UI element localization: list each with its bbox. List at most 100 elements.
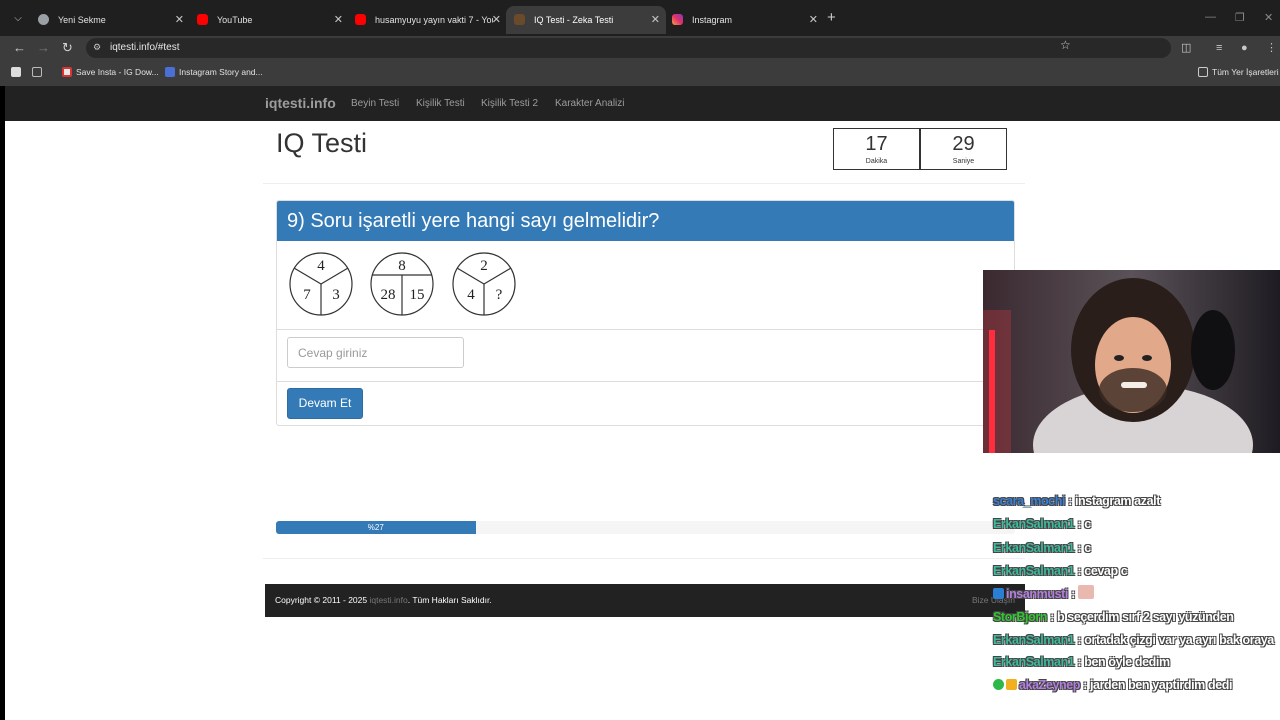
- divider: [263, 183, 1025, 184]
- tab-iq-test[interactable]: IQ Testi - Zeka Testi ✕: [506, 6, 666, 34]
- chat-message: ErkanSalman1 : c: [993, 537, 1278, 560]
- bookmark-label: Instagram Story and...: [179, 67, 263, 77]
- back-arrow-icon[interactable]: ←: [13, 40, 26, 56]
- chat-username: scara_mochi: [993, 494, 1066, 508]
- close-icon[interactable]: ✕: [492, 6, 501, 34]
- progress-bar: %27: [276, 521, 476, 534]
- chat-message: ErkanSalman1 : ben öyle dedim: [993, 651, 1278, 674]
- test-container: IQ Testi 17 Dakika 29 Saniye 9) Soru işa…: [263, 121, 1025, 720]
- chat-username: StorBjorn: [993, 610, 1048, 625]
- timer-minutes: 17 Dakika: [833, 128, 920, 170]
- divider: [277, 329, 1014, 330]
- figure-2-top: 8: [398, 258, 406, 274]
- bookmark-star-icon[interactable]: ☆: [1060, 38, 1071, 52]
- tab-instagram[interactable]: Instagram ✕: [664, 6, 824, 34]
- menu-dots-icon[interactable]: ⋮: [1266, 41, 1277, 55]
- chat-username: ErkanSalman1: [993, 563, 1075, 578]
- instagram-icon: [672, 14, 683, 25]
- bookmark-folder-icon[interactable]: [11, 67, 25, 77]
- chrome-icon: [38, 14, 49, 25]
- youtube-icon: [197, 14, 208, 25]
- all-bookmarks[interactable]: Tüm Yer İşaretleri: [1198, 67, 1279, 77]
- timer-seconds-label: Saniye: [952, 158, 975, 165]
- tab-title: Instagram: [692, 15, 733, 25]
- site-brand[interactable]: iqtesti.info: [265, 95, 336, 111]
- browser-tab-strip: ⌵ Yeni Sekme ✕ YouTube ✕ husamyuyu yayın…: [0, 0, 1280, 36]
- figure-2-left: 28: [381, 287, 396, 303]
- browser-toolbar: ← → ↻ ⚙ iqtesti.info/#test ☆ ◫ ≡ ● ⋮: [0, 36, 1280, 60]
- url-text: iqtesti.info/#test: [110, 42, 180, 53]
- bookmarks-bar: Save Insta - IG Dow... Instagram Story a…: [0, 60, 1280, 86]
- chat-message: StorBjorn : b seçerdim sırf 2 sayı yüzün…: [993, 606, 1278, 629]
- tab-youtube-stream[interactable]: husamyuyu yayın vakti 7 - YouT ✕: [347, 6, 507, 34]
- bookmark-instagram-story[interactable]: Instagram Story and...: [165, 67, 263, 77]
- tab-title: Yeni Sekme: [58, 15, 106, 25]
- footer-suffix: . Tüm Hakları Saklıdır.: [407, 595, 492, 605]
- reload-icon[interactable]: ↻: [62, 40, 73, 56]
- nav-link-karakter-analizi[interactable]: Karakter Analizi: [555, 98, 624, 109]
- site-footer: Copyright © 2011 - 2025 iqtesti.info. Tü…: [265, 584, 1025, 617]
- footer-prefix: Copyright © 2011 - 2025: [275, 595, 370, 605]
- minimize-icon[interactable]: —: [1205, 11, 1216, 23]
- restore-icon[interactable]: ❐: [1235, 11, 1245, 24]
- verified-badge-icon: [993, 679, 1004, 691]
- tab-search-chevron-icon[interactable]: ⌵: [10, 11, 26, 27]
- extensions-icon[interactable]: ◫: [1181, 41, 1191, 55]
- chat-text: : instagram azalt: [1065, 494, 1160, 508]
- page-title: IQ Testi: [276, 128, 368, 158]
- chat-message: ErkanSalman1 : c: [993, 513, 1278, 536]
- address-bar[interactable]: ⚙ iqtesti.info/#test: [86, 38, 1171, 58]
- footer-copyright: Copyright © 2011 - 2025 iqtesti.info. Tü…: [275, 595, 492, 605]
- window-close-icon[interactable]: ✕: [1264, 11, 1273, 24]
- answer-input[interactable]: [287, 337, 464, 368]
- close-icon[interactable]: ✕: [334, 6, 343, 34]
- chat-text: : jarden ben yaptirdim dedi: [1080, 678, 1233, 693]
- all-bookmarks-label: Tüm Yer İşaretleri: [1212, 67, 1279, 77]
- close-icon[interactable]: ✕: [175, 6, 184, 34]
- folder-icon: [1198, 67, 1208, 77]
- forward-arrow-icon[interactable]: →: [37, 40, 50, 56]
- tab-new-tab[interactable]: Yeni Sekme ✕: [30, 6, 190, 34]
- figure-circle-2: 8 28 15: [370, 252, 434, 316]
- figure-2-right: 15: [410, 287, 425, 303]
- site-info-icon[interactable]: ⚙: [93, 41, 105, 53]
- chat-message: scara_mochi : instagram azalt: [993, 490, 1278, 513]
- extension-badge-icon[interactable]: ●: [1241, 41, 1248, 55]
- chat-message: akaZeynep : jarden ben yaptirdim dedi: [993, 674, 1278, 697]
- next-button[interactable]: Devam Et: [287, 388, 363, 419]
- timer-minutes-label: Dakika: [865, 158, 888, 165]
- new-tab-icon[interactable]: +: [827, 10, 836, 26]
- close-icon[interactable]: ✕: [651, 6, 660, 34]
- nav-link-kisilik-testi-2[interactable]: Kişilik Testi 2: [481, 98, 538, 109]
- progress-track: %27: [276, 521, 1015, 534]
- timer-seconds: 29 Saniye: [920, 128, 1007, 170]
- chat-username: akaZeynep: [1019, 678, 1081, 693]
- instagram-story-icon: [165, 67, 175, 77]
- apps-grid-icon[interactable]: [32, 67, 46, 77]
- chat-message: ErkanSalman1 : ortadak çizgi var ya ayrı…: [993, 630, 1278, 651]
- tab-youtube[interactable]: YouTube ✕: [189, 6, 349, 34]
- question-panel: 9) Soru işaretli yere hangi sayı gelmeli…: [276, 200, 1015, 426]
- divider: [277, 381, 1014, 382]
- streamer-webcam-image: [983, 270, 1280, 453]
- chat-username: ErkanSalman1: [993, 632, 1075, 647]
- youtube-icon: [355, 14, 366, 25]
- footer-link[interactable]: iqtesti.info: [369, 595, 407, 605]
- nav-link-kisilik-testi[interactable]: Kişilik Testi: [416, 98, 465, 109]
- chat-text: : b seçerdim sırf 2 sayı yüzünden: [1047, 610, 1234, 625]
- figure-3-left: 4: [467, 287, 475, 303]
- chat-username: ErkanSalman1: [993, 540, 1075, 555]
- chat-text: :: [1068, 587, 1078, 602]
- nav-link-beyin-testi[interactable]: Beyin Testi: [351, 98, 399, 109]
- question-figures: 4 7 3 8 28 15 2 4 ?: [289, 252, 516, 316]
- stream-chat-overlay: scara_mochi : instagram azalt ErkanSalma…: [993, 490, 1278, 697]
- bookmark-save-insta[interactable]: Save Insta - IG Dow...: [62, 67, 159, 77]
- close-icon[interactable]: ✕: [809, 6, 818, 34]
- chat-message: ErkanSalman1 : cevap c: [993, 560, 1278, 583]
- timer-minutes-value: 17: [865, 133, 888, 155]
- divider: [263, 558, 1025, 559]
- tab-title: husamyuyu yayın vakti 7 - YouT: [375, 15, 493, 25]
- media-controls-icon[interactable]: ≡: [1216, 41, 1222, 55]
- figure-circle-3: 2 4 ?: [452, 252, 516, 316]
- chat-username: insanmusti: [1006, 587, 1068, 602]
